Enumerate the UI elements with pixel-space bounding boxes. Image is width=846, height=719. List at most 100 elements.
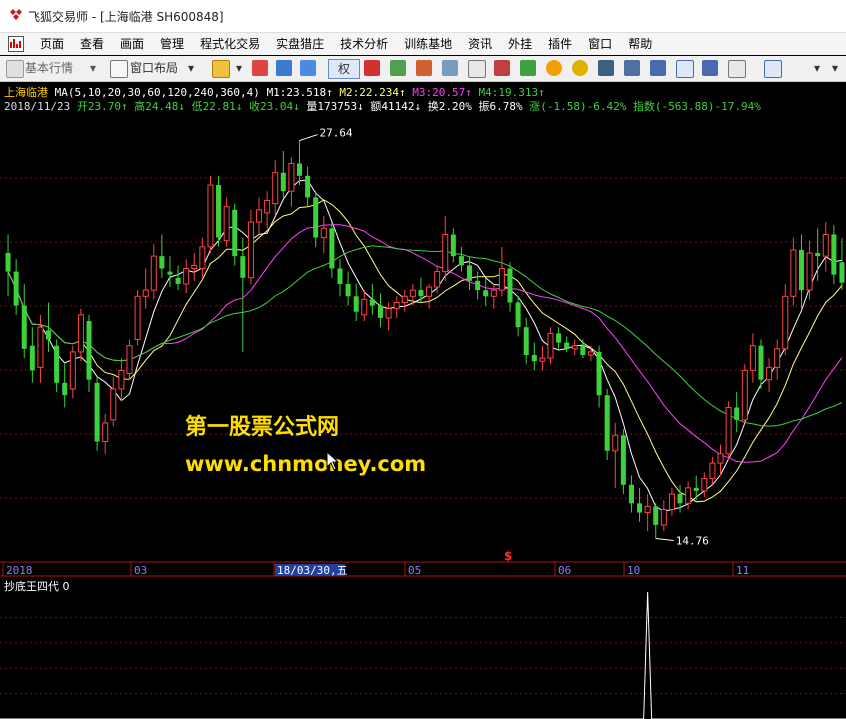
candle-body — [831, 234, 837, 275]
candle-body — [612, 434, 619, 452]
open-folder-dropdown-icon[interactable]: ▾ — [236, 59, 242, 77]
s-marker: $ — [504, 549, 512, 563]
basic-quotes-button[interactable]: 基本行情 — [25, 59, 73, 77]
rights-button[interactable]: 权 — [328, 59, 360, 79]
candle-body — [46, 330, 52, 340]
draw-tool-icon[interactable] — [764, 60, 782, 78]
candle-body — [644, 505, 651, 514]
candle-body — [329, 228, 335, 269]
grid-icon[interactable] — [252, 60, 268, 76]
menu-item-13[interactable]: 帮助 — [620, 36, 660, 52]
candle-body — [717, 453, 724, 464]
timeline-label: 06 — [558, 564, 571, 577]
candle-body — [668, 493, 675, 510]
candle-body — [118, 369, 125, 390]
warning-icon[interactable] — [546, 60, 562, 76]
line-tool-dropdown-icon[interactable]: ▾ — [814, 59, 820, 77]
candle-body — [13, 271, 19, 306]
formula-icon[interactable] — [598, 60, 614, 76]
candle-body — [142, 289, 149, 297]
candle-body — [774, 348, 781, 368]
screen-icon[interactable] — [300, 60, 316, 76]
window-layout-button[interactable]: 窗口布局 — [130, 59, 178, 77]
export-icon[interactable] — [494, 60, 510, 76]
menu-item-12[interactable]: 窗口 — [580, 36, 620, 52]
tile-window-icon[interactable] — [702, 60, 718, 76]
title-bar: 飞狐交易师 - [上海临港 SH600848] — [0, 0, 846, 33]
candle-body — [232, 209, 238, 257]
menu-item-3[interactable]: 画面 — [112, 36, 152, 52]
candle-body — [353, 296, 359, 312]
candle-body — [660, 508, 667, 526]
basic-quotes-dropdown-icon[interactable]: ▾ — [90, 59, 96, 77]
timeline-label: 03 — [134, 564, 147, 577]
menu-item-10[interactable]: 外挂 — [500, 36, 540, 52]
kline-window-icon[interactable] — [676, 60, 694, 78]
candle-body — [223, 206, 230, 242]
candle-body — [69, 351, 76, 390]
window-icon[interactable] — [650, 60, 666, 76]
candle-body — [693, 487, 699, 491]
menu-item-9[interactable]: 资讯 — [460, 36, 500, 52]
watermark-title: 第一股票公式网 — [185, 415, 340, 440]
candle-body — [216, 185, 222, 238]
open-folder-icon[interactable] — [212, 60, 230, 78]
candle-body — [604, 395, 610, 451]
app-logo-icon — [10, 9, 22, 20]
candle-body — [815, 253, 821, 257]
candle-body — [790, 249, 797, 297]
candle-body — [280, 172, 286, 192]
money-icon[interactable] — [520, 60, 536, 76]
chart-compare-icon[interactable] — [390, 60, 406, 76]
menu-item-2[interactable]: 查看 — [72, 36, 112, 52]
candle-body — [256, 209, 263, 223]
candle-body — [458, 256, 464, 266]
candle-body — [822, 233, 829, 257]
toolbar-overflow-icon[interactable]: ▾ — [832, 59, 838, 77]
display-icon[interactable] — [728, 60, 746, 78]
data-list-icon[interactable] — [416, 60, 432, 76]
candle-body — [442, 233, 449, 273]
candle-body — [564, 342, 570, 349]
candle-body — [313, 197, 319, 238]
move-icon[interactable] — [276, 60, 292, 76]
candle-body — [426, 286, 433, 297]
kline-chart[interactable]: 27.64 14.76 $ 2018 03 18/03/30,五 05 06 10 11 抄底王… — [0, 82, 846, 719]
candle-body — [806, 252, 813, 291]
candle-body — [94, 382, 100, 442]
menu-item-6[interactable]: 实盘猎庄 — [268, 36, 332, 52]
menu-item-4[interactable]: 管理 — [152, 36, 192, 52]
menu-item-8[interactable]: 训练基地 — [396, 36, 460, 52]
candle-body — [734, 407, 740, 420]
candle-body — [515, 302, 521, 328]
candle-body — [685, 487, 692, 504]
candle-body — [393, 301, 400, 310]
menu-item-1[interactable]: 页面 — [32, 36, 72, 52]
menu-item-5[interactable]: 程式化交易 — [192, 36, 268, 52]
menu-item-7[interactable]: 技术分析 — [332, 36, 396, 52]
window-layout-dropdown-icon[interactable]: ▾ — [188, 59, 194, 77]
chart-system-icon[interactable] — [8, 36, 24, 52]
indicator-signal-line — [0, 591, 846, 719]
candle-body — [288, 162, 295, 192]
candle-body — [247, 221, 254, 279]
timeline-label: 10 — [627, 564, 640, 577]
menu-item-11[interactable]: 插件 — [540, 36, 580, 52]
candle-body — [296, 163, 303, 176]
candle-body — [418, 290, 424, 297]
line-tool-icon[interactable] — [792, 60, 808, 76]
candle-body — [523, 327, 529, 355]
document-icon[interactable] — [468, 60, 486, 78]
candle-body — [483, 290, 489, 297]
copy-icon[interactable] — [442, 60, 458, 76]
candle-body — [701, 478, 708, 492]
candle-body — [475, 280, 481, 291]
candle-body — [150, 255, 157, 291]
table-icon[interactable] — [624, 60, 640, 76]
gear-icon[interactable] — [572, 60, 588, 76]
candle-body — [240, 256, 246, 278]
candle-body — [547, 332, 554, 359]
chart-settings-icon[interactable] — [364, 60, 380, 76]
candle-body — [677, 494, 683, 504]
quotes-icon[interactable] — [6, 60, 24, 78]
